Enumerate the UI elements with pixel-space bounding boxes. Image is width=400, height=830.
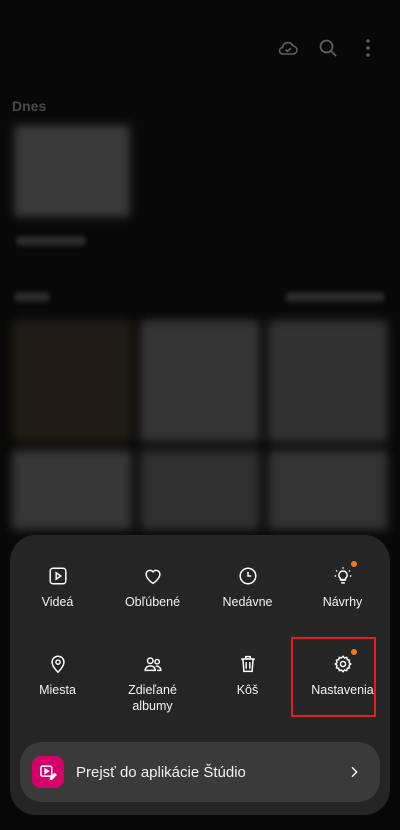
open-studio-label: Prejsť do aplikácie Štúdio (76, 763, 246, 781)
blurred-caption (285, 292, 385, 302)
open-studio-button[interactable]: Prejsť do aplikácie Štúdio (20, 742, 380, 802)
cloud-sync-icon[interactable] (276, 36, 300, 60)
menu-item-favorites[interactable]: Obľúbené (105, 555, 200, 635)
menu-sheet: Videá Obľúbené Nedávne Návrhy Miesta Zdi… (10, 535, 390, 815)
photo-thumbnail[interactable] (12, 320, 132, 442)
photo-thumbnail[interactable] (268, 450, 388, 530)
search-icon[interactable] (316, 36, 340, 60)
photo-thumbnail[interactable] (140, 320, 260, 442)
chevron-right-icon (351, 766, 358, 778)
menu-grid: Videá Obľúbené Nedávne Návrhy Miesta Zdi… (10, 555, 390, 723)
menu-item-settings[interactable]: Nastavenia (295, 643, 390, 723)
menu-item-recent[interactable]: Nedávne (200, 555, 295, 635)
photo-thumbnail[interactable] (14, 125, 130, 217)
blurred-caption (14, 292, 50, 302)
people-icon (143, 657, 162, 672)
menu-item-suggestions[interactable]: Návrhy (295, 555, 390, 635)
notification-dot (351, 561, 357, 567)
more-options-icon[interactable] (356, 36, 380, 60)
menu-item-label: Kôš (236, 683, 259, 697)
location-pin-icon (50, 655, 65, 674)
menu-item-label: Nastavenia (311, 683, 374, 697)
photo-thumbnail[interactable] (140, 450, 260, 530)
menu-item-videos[interactable]: Videá (10, 555, 105, 635)
menu-item-label: Nedávne (222, 595, 273, 609)
section-title: Dnes (12, 98, 47, 114)
photo-thumbnail[interactable] (12, 450, 132, 530)
lightbulb-icon (334, 567, 351, 584)
play-box-icon (48, 567, 67, 585)
menu-item-places[interactable]: Miesta (10, 643, 105, 723)
menu-item-label: Zdieľané albumy (128, 683, 177, 713)
heart-icon (144, 569, 161, 585)
trash-icon (240, 655, 255, 673)
blurred-caption (16, 236, 86, 246)
menu-item-label: Návrhy (322, 595, 363, 609)
notification-dot (351, 649, 357, 655)
menu-item-trash[interactable]: Kôš (200, 643, 295, 723)
gear-icon (333, 655, 352, 673)
studio-app-icon (32, 756, 64, 788)
top-toolbar (276, 36, 380, 60)
menu-item-shared-albums[interactable]: Zdieľané albumy (105, 643, 200, 723)
clock-icon (238, 567, 257, 585)
menu-item-label: Videá (41, 595, 74, 609)
photo-thumbnail[interactable] (268, 320, 388, 442)
menu-item-label: Obľúbené (124, 595, 181, 609)
menu-item-label: Miesta (39, 683, 76, 697)
